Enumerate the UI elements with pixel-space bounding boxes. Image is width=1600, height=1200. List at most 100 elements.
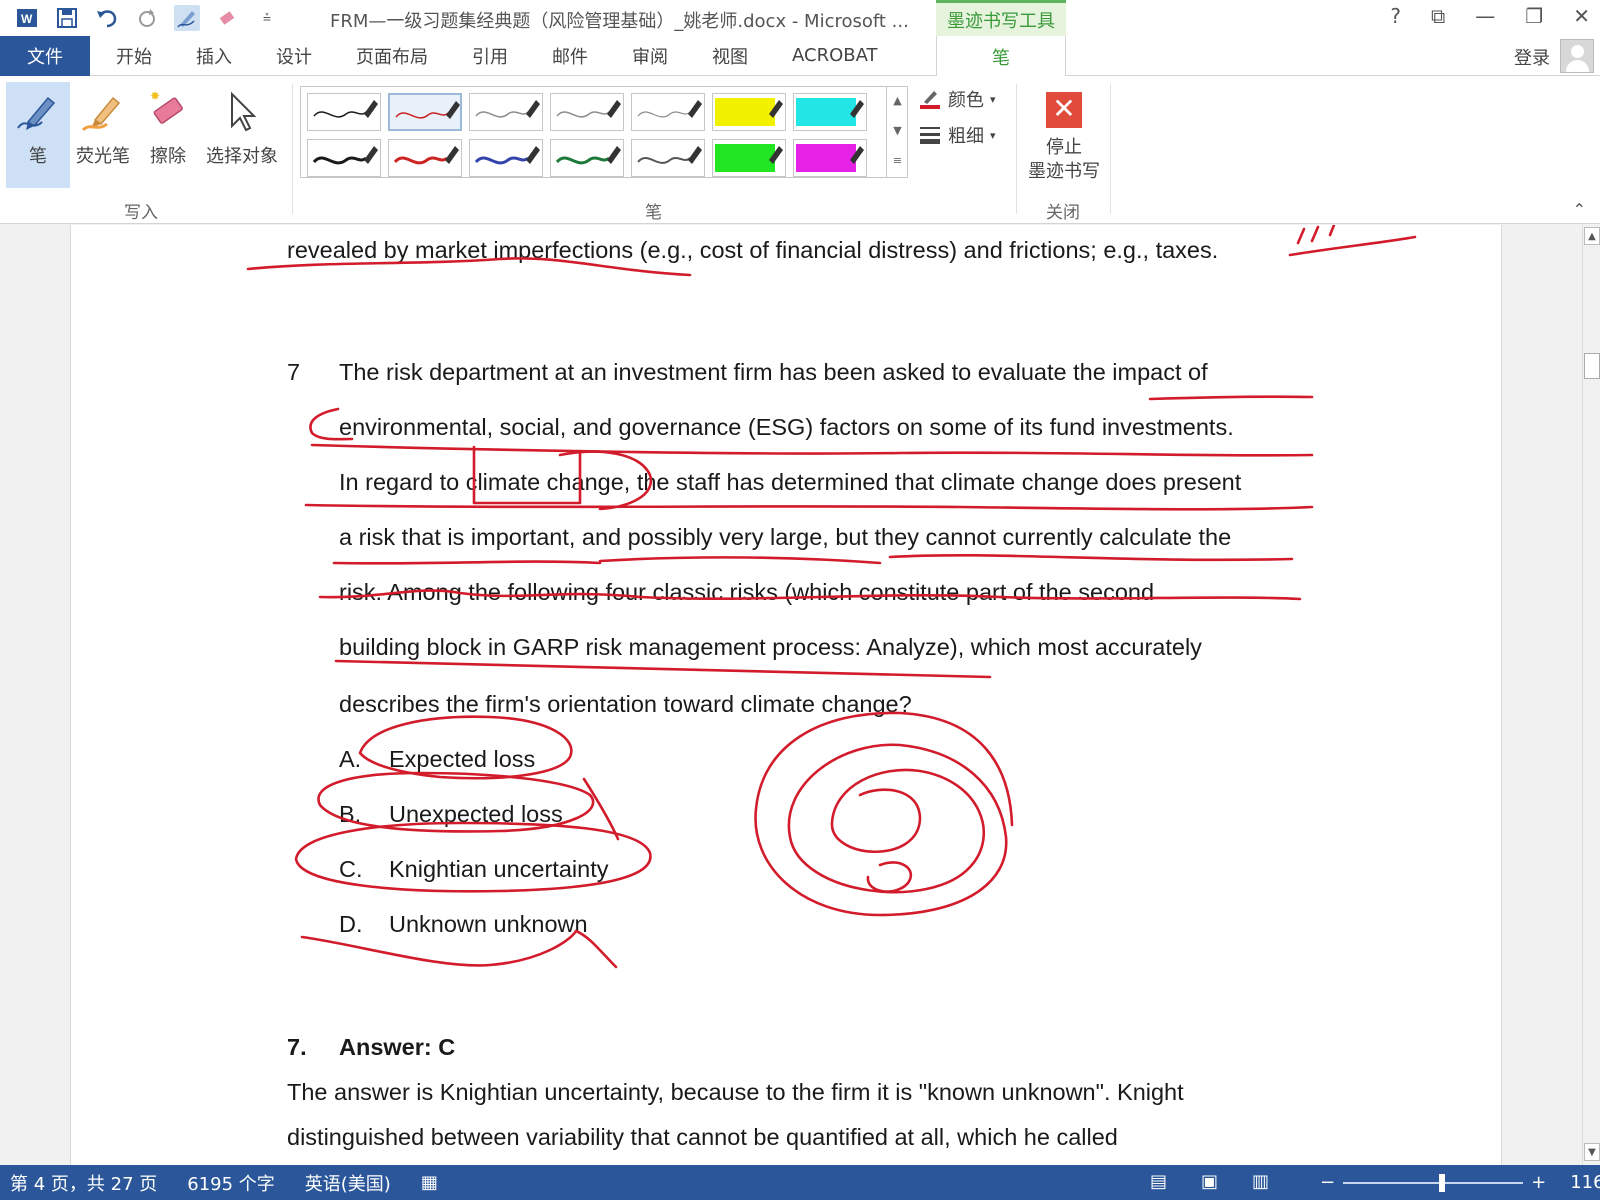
- pen-style-option[interactable]: [793, 139, 867, 177]
- stop-inking-button[interactable]: 停止 墨迹书写: [1024, 136, 1104, 184]
- tab-home[interactable]: 开始: [116, 43, 152, 69]
- color-pen-icon: [920, 91, 940, 109]
- web-layout-icon[interactable]: ▥: [1252, 1171, 1269, 1192]
- tab-review[interactable]: 审阅: [632, 43, 668, 69]
- pen-style-option[interactable]: [388, 93, 462, 131]
- zoom-out-icon[interactable]: −: [1320, 1172, 1335, 1193]
- pen-swatch-icon: [796, 98, 864, 126]
- page-count[interactable]: 第 4 页，共 27 页: [10, 1170, 157, 1196]
- pen-style-option[interactable]: [550, 139, 624, 177]
- scroll-up-icon[interactable]: ▲: [1584, 227, 1600, 245]
- help-icon[interactable]: ?: [1390, 4, 1401, 28]
- group-separator: [1110, 84, 1111, 214]
- select-objects-button[interactable]: 选择对象: [200, 82, 284, 188]
- tab-acrobat[interactable]: ACROBAT: [792, 45, 878, 66]
- zoom-slider-knob[interactable]: [1439, 1173, 1446, 1192]
- tab-page-layout[interactable]: 页面布局: [356, 43, 428, 69]
- document-page[interactable]: revealed by market imperfections (e.g., …: [70, 225, 1502, 1165]
- question-line: risk. Among the following four classic r…: [339, 579, 1155, 605]
- word-logo-icon: W: [14, 5, 40, 31]
- title-bar: W ⩮ FRM—一级习题集经典题（风险管理基础）_姚老师.docx - Micr…: [0, 0, 1600, 36]
- zoom-in-icon[interactable]: +: [1531, 1172, 1546, 1193]
- option-text: Unexpected loss: [389, 801, 563, 827]
- highlighter-button[interactable]: 荧光笔: [70, 82, 136, 188]
- status-bar: 第 4 页，共 27 页 6195 个字 英语(美国) ▦ ▤ ▣ ▥ − + …: [0, 1165, 1600, 1200]
- option-text: Knightian uncertainty: [389, 856, 609, 882]
- customize-toolbar-icon[interactable]: ⩮: [254, 5, 280, 31]
- option-text: Unknown unknown: [389, 911, 588, 937]
- redo-icon[interactable]: [134, 5, 160, 31]
- zoom-level[interactable]: 116%: [1570, 1172, 1600, 1193]
- gallery-up-icon[interactable]: ▲: [887, 86, 908, 116]
- vertical-scrollbar[interactable]: ▲ ▼: [1582, 225, 1600, 1165]
- pen-style-option[interactable]: [307, 139, 381, 177]
- pen-swatch-icon: [474, 146, 540, 165]
- pen-swatch-icon: [475, 100, 540, 118]
- question-line: a risk that is important, and possibly v…: [339, 524, 1232, 550]
- macro-record-icon[interactable]: ▦: [421, 1172, 438, 1193]
- tab-view[interactable]: 视图: [712, 43, 748, 69]
- pens-gallery: [300, 86, 908, 178]
- pen-style-option[interactable]: [550, 93, 624, 131]
- color-dropdown[interactable]: 颜色 ▾: [918, 86, 996, 112]
- collapse-ribbon-icon[interactable]: ⌃: [1573, 200, 1586, 219]
- tab-pen[interactable]: 笔: [936, 36, 1066, 77]
- group-separator: [292, 84, 293, 214]
- ribbon-display-icon[interactable]: ⧉: [1431, 4, 1445, 28]
- group-label-write: 写入: [124, 203, 158, 223]
- sign-in-link[interactable]: 登录: [1514, 44, 1550, 70]
- avatar[interactable]: [1560, 39, 1594, 73]
- group-separator: [1016, 84, 1017, 214]
- pen-style-option[interactable]: [793, 93, 867, 131]
- scroll-down-icon[interactable]: ▼: [1584, 1143, 1600, 1161]
- answer-line: distinguished between variability that c…: [287, 1124, 1118, 1150]
- window-controls: ? ⧉ — ❐ ✕: [1390, 4, 1590, 28]
- draw-pen-icon[interactable]: [174, 5, 200, 31]
- pen-swatch-icon: [715, 98, 783, 126]
- tab-insert[interactable]: 插入: [196, 43, 232, 69]
- option-text: Expected loss: [389, 746, 536, 772]
- document-area[interactable]: revealed by market imperfections (e.g., …: [0, 225, 1580, 1165]
- pen-style-option[interactable]: [469, 139, 543, 177]
- svg-text:W: W: [21, 12, 33, 26]
- scroll-thumb[interactable]: [1584, 353, 1600, 379]
- minimize-icon[interactable]: —: [1475, 4, 1495, 28]
- read-mode-icon[interactable]: ▤: [1150, 1171, 1167, 1192]
- zoom-control: − + 116%: [1320, 1165, 1600, 1200]
- pen-style-option[interactable]: [631, 139, 705, 177]
- undo-icon[interactable]: [94, 5, 120, 31]
- save-icon[interactable]: [54, 5, 80, 31]
- eraser-quick-icon[interactable]: [214, 5, 240, 31]
- maximize-icon[interactable]: ❐: [1525, 4, 1543, 28]
- pen-style-option[interactable]: [712, 139, 786, 177]
- pen-style-option[interactable]: [712, 93, 786, 131]
- view-buttons: ▤ ▣ ▥: [1150, 1171, 1269, 1192]
- tab-references[interactable]: 引用: [472, 43, 508, 69]
- pen-button[interactable]: 笔: [6, 82, 70, 188]
- word-window: W ⩮ FRM—一级习题集经典题（风险管理基础）_姚老师.docx - Micr…: [0, 0, 1600, 1200]
- tab-design[interactable]: 设计: [276, 43, 312, 69]
- pen-swatch-icon: [395, 101, 460, 119]
- print-layout-icon[interactable]: ▣: [1201, 1171, 1218, 1192]
- stop-inking-icon[interactable]: ✕: [1046, 92, 1082, 128]
- answer-label: Answer: C: [339, 1034, 456, 1060]
- eraser-button[interactable]: ✸ 擦除: [138, 82, 198, 188]
- option-letter: C.: [339, 856, 363, 882]
- gallery-down-icon[interactable]: ▼: [887, 116, 908, 146]
- pen-swatch-icon: [555, 146, 621, 165]
- language[interactable]: 英语(美国): [305, 1170, 391, 1196]
- word-count[interactable]: 6195 个字: [187, 1170, 275, 1196]
- pen-style-option[interactable]: [631, 93, 705, 131]
- thickness-dropdown[interactable]: 粗细 ▾: [918, 122, 996, 148]
- pen-style-option[interactable]: [469, 93, 543, 131]
- pen-style-option[interactable]: [307, 93, 381, 131]
- highlighter-icon: [75, 82, 131, 142]
- pen-style-option[interactable]: [388, 139, 462, 177]
- tab-mailings[interactable]: 邮件: [552, 43, 588, 69]
- answer-line: The answer is Knightian uncertainty, bec…: [287, 1079, 1184, 1105]
- zoom-slider[interactable]: [1343, 1173, 1524, 1192]
- gallery-more-icon[interactable]: ≡: [887, 146, 908, 176]
- close-icon[interactable]: ✕: [1573, 4, 1590, 28]
- group-label-close: 关闭: [1046, 203, 1080, 223]
- tab-file[interactable]: 文件: [0, 35, 90, 76]
